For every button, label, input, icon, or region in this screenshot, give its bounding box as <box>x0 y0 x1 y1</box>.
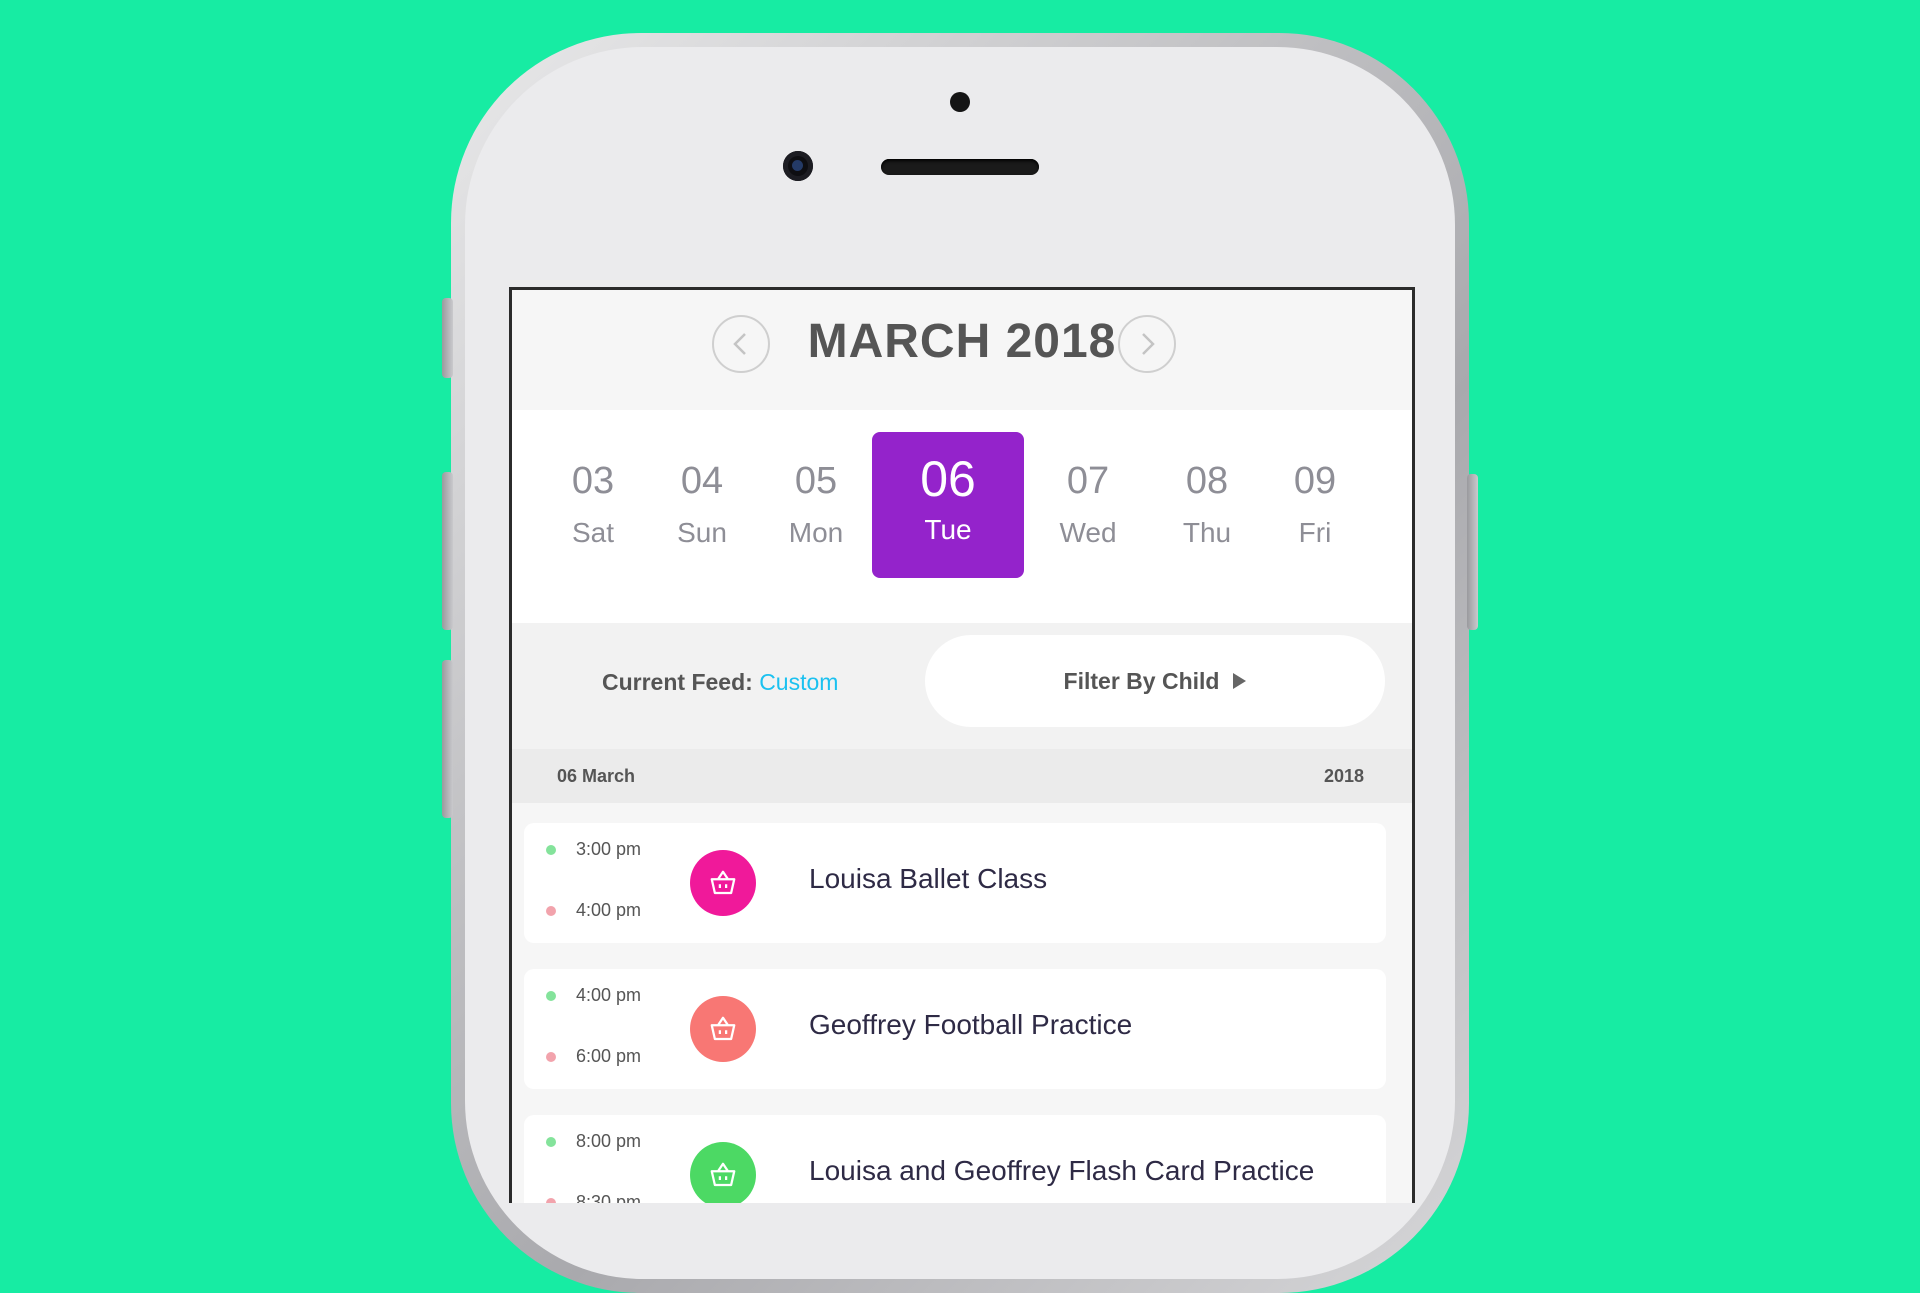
date-header-year: 2018 <box>1323 766 1364 786</box>
event-card[interactable]: 3:00 pm 4:00 pm Louisa Ballet Class <box>524 823 1386 943</box>
end-dot-icon <box>546 1198 556 1203</box>
day-number: 06 <box>920 451 976 507</box>
front-camera <box>783 151 813 181</box>
power-button <box>1467 474 1478 630</box>
filter-by-child-button[interactable]: Filter By Child <box>925 635 1385 727</box>
event-icon <box>690 1142 756 1203</box>
triangle-right-icon <box>1233 673 1247 689</box>
start-dot-icon <box>546 845 556 855</box>
end-dot-icon <box>546 906 556 916</box>
start-dot-icon <box>546 1137 556 1147</box>
basket-icon <box>710 870 736 895</box>
day-name: Fri <box>1298 517 1332 548</box>
day-number: 05 <box>794 460 838 502</box>
day-number: 09 <box>1293 460 1337 502</box>
proximity-sensor <box>950 92 970 112</box>
event-title: Louisa Ballet Class <box>809 863 1048 894</box>
day-strip: 03 Sat 04 Sun 05 Mon 06 Tue 07 Wed 08 Th… <box>512 410 1412 623</box>
event-title: Geoffrey Football Practice <box>809 1009 1133 1040</box>
volume-up-button <box>442 472 453 630</box>
basket-icon <box>710 1162 736 1187</box>
app-screen: MARCH 2018 03 Sat 04 Sun 05 Mon 06 Tue 0… <box>509 287 1415 1203</box>
event-icon <box>690 996 756 1062</box>
event-start-time: 4:00 pm <box>576 985 642 1005</box>
start-dot-icon <box>546 991 556 1001</box>
event-end-time: 8:30 pm <box>576 1192 642 1203</box>
event-title: Louisa and Geoffrey Flash Card Practice <box>809 1155 1315 1186</box>
feed-bar: Current Feed: Custom Filter By Child <box>512 623 1412 749</box>
chevron-right-icon <box>1142 333 1155 355</box>
filter-by-child-label: Filter By Child <box>1063 667 1220 694</box>
event-card[interactable]: 4:00 pm 6:00 pm Geoffrey Football Practi… <box>524 969 1386 1089</box>
earpiece-speaker <box>881 159 1039 175</box>
date-header: 06 March 2018 <box>512 749 1412 803</box>
day-cell[interactable]: 05 Mon <box>740 432 892 578</box>
day-name: Mon <box>788 517 844 548</box>
event-card[interactable]: 8:00 pm 8:30 pm Louisa and Geoffrey Flas… <box>524 1115 1386 1203</box>
end-dot-icon <box>546 1052 556 1062</box>
day-name: Tue <box>924 514 972 545</box>
day-cell-selected[interactable]: 06 Tue <box>872 432 1024 578</box>
month-header: MARCH 2018 <box>512 290 1412 410</box>
event-icon <box>690 850 756 916</box>
event-end-time: 6:00 pm <box>576 1046 642 1066</box>
current-feed: Current Feed: Custom <box>602 669 838 696</box>
date-header-day: 06 March <box>557 766 636 786</box>
volume-down-button <box>442 660 453 818</box>
next-month-button[interactable] <box>1118 315 1176 373</box>
event-start-time: 3:00 pm <box>576 839 642 859</box>
current-feed-value[interactable]: Custom <box>759 669 838 695</box>
basket-icon <box>710 1016 736 1041</box>
mute-switch <box>442 298 453 378</box>
current-feed-label: Current Feed: <box>602 669 753 695</box>
event-start-time: 8:00 pm <box>576 1131 642 1151</box>
event-end-time: 4:00 pm <box>576 900 642 920</box>
day-cell[interactable]: 09 Fri <box>1239 432 1391 578</box>
